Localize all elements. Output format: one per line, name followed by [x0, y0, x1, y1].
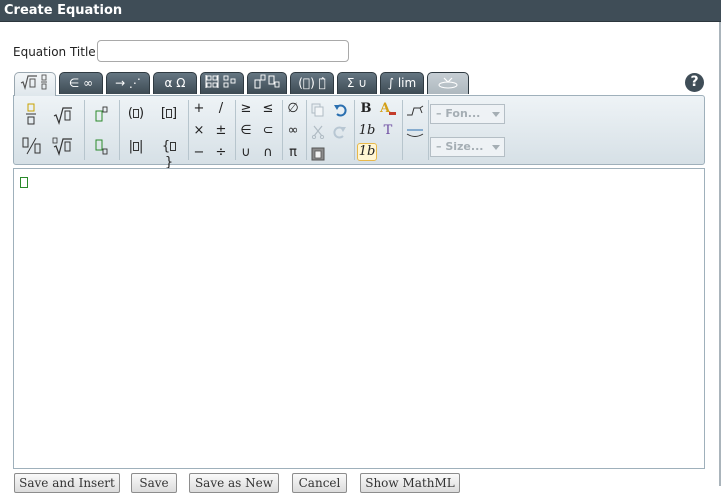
subscript-icon[interactable] — [94, 138, 110, 160]
symbol-toolbar: () [] | | {} + / × ± − ÷ ≥ ≤ ∈ ⊂ ∪ ∩ ∅ ∞ … — [13, 95, 705, 170]
font-dropdown-label: – Fon... — [436, 107, 481, 120]
tab-brackets-accents-label: (⃞) ⃞̂ — [298, 76, 326, 90]
text-color-icon[interactable]: A — [379, 101, 397, 121]
chevron-down-icon — [492, 145, 500, 150]
tab-arrows-dots[interactable]: → ⋰ — [106, 72, 150, 94]
times-symbol[interactable]: × — [193, 123, 205, 139]
minus-symbol[interactable]: − — [193, 145, 205, 161]
tab-fractions-roots[interactable] — [14, 72, 56, 96]
element-of-symbol[interactable]: ∈ — [240, 123, 252, 139]
bold-button[interactable]: B — [359, 101, 373, 117]
square-root-icon[interactable] — [52, 105, 74, 129]
upright-style-button[interactable]: 1b — [357, 143, 377, 161]
absolute-value-icon[interactable]: | | — [127, 139, 145, 155]
tab-calculus-label: ∫ lim — [387, 76, 417, 90]
infinity-symbol[interactable]: ∞ — [287, 123, 299, 139]
save-as-new-button[interactable]: Save as New — [189, 473, 279, 493]
toolbar-separator — [428, 100, 429, 160]
tab-scripts[interactable] — [247, 72, 287, 94]
tab-big-operators[interactable]: Σ ∪ — [337, 72, 377, 94]
empty-set-symbol[interactable]: ∅ — [287, 101, 299, 117]
toolbar-separator — [235, 100, 236, 160]
tab-matrices-icon — [204, 75, 240, 94]
undo-icon[interactable] — [333, 102, 347, 121]
toolbar-separator — [188, 100, 189, 160]
pi-symbol[interactable]: π — [287, 145, 299, 161]
script-style-icon[interactable] — [406, 102, 424, 121]
square-brackets-icon[interactable]: [] — [160, 106, 178, 122]
italic-button[interactable]: 1b — [357, 123, 377, 139]
tab-greek-label: α Ω — [164, 76, 186, 90]
divide-slash-symbol[interactable]: / — [215, 101, 227, 117]
slanted-fraction-icon[interactable] — [21, 136, 43, 160]
redo-icon[interactable] — [333, 124, 347, 143]
save-button[interactable]: Save — [131, 473, 177, 493]
size-dropdown-label: – Size... — [436, 140, 484, 153]
paste-icon[interactable] — [311, 146, 325, 165]
tab-big-operators-label: Σ ∪ — [346, 76, 368, 90]
help-icon[interactable]: ? — [685, 73, 704, 92]
tab-fractions-roots-icon — [18, 74, 52, 94]
tab-matrices[interactable] — [200, 72, 244, 94]
equation-title-input[interactable] — [97, 40, 349, 62]
equation-editor[interactable] — [13, 168, 705, 469]
superscript-icon[interactable] — [94, 105, 110, 127]
tab-sets-infinity[interactable]: ∈ ∞ — [59, 72, 103, 94]
tab-greek[interactable]: α Ω — [153, 72, 197, 94]
chevron-down-icon — [492, 112, 500, 117]
toolbar-separator — [354, 100, 355, 160]
union-symbol[interactable]: ∪ — [240, 145, 252, 161]
toolbar-separator — [119, 100, 120, 160]
toolbar-separator — [402, 100, 403, 160]
intersection-symbol[interactable]: ∩ — [262, 145, 274, 161]
cancel-button[interactable]: Cancel — [292, 473, 347, 493]
toolbar-separator — [282, 100, 283, 160]
curly-braces-icon[interactable]: {} — [160, 139, 178, 171]
nth-root-icon[interactable] — [52, 136, 74, 160]
brace-under-icon[interactable] — [406, 124, 424, 143]
toolbar-separator — [306, 100, 307, 160]
tab-brackets-accents[interactable]: (⃞) ⃞̂ — [290, 72, 334, 94]
copy-icon[interactable] — [311, 102, 325, 121]
less-equal-symbol[interactable]: ≤ — [262, 101, 274, 117]
tab-extra[interactable] — [427, 72, 469, 94]
plus-symbol[interactable]: + — [193, 101, 205, 117]
greater-equal-symbol[interactable]: ≥ — [240, 101, 252, 117]
tab-sets-infinity-label: ∈ ∞ — [68, 76, 94, 90]
plus-minus-symbol[interactable]: ± — [215, 123, 227, 139]
tab-scripts-icon — [251, 74, 283, 94]
font-dropdown[interactable]: – Fon... — [430, 104, 505, 124]
show-mathml-button[interactable]: Show MathML — [360, 473, 460, 493]
subset-symbol[interactable]: ⊂ — [262, 123, 274, 139]
tab-arrows-dots-label: → ⋰ — [115, 76, 141, 90]
dialog-title: Create Equation — [0, 0, 721, 22]
text-tool-button[interactable]: T — [381, 123, 395, 139]
parentheses-icon[interactable]: () — [127, 106, 145, 122]
save-and-insert-button[interactable]: Save and Insert — [14, 473, 120, 493]
fraction-icon[interactable] — [24, 102, 38, 130]
cut-icon[interactable] — [311, 124, 325, 143]
size-dropdown[interactable]: – Size... — [430, 137, 505, 157]
toolbar-separator — [84, 100, 85, 160]
division-symbol[interactable]: ÷ — [215, 145, 227, 161]
placeholder-box[interactable] — [20, 177, 28, 188]
tab-calculus[interactable]: ∫ lim — [380, 72, 424, 94]
tab-extra-icon — [433, 77, 463, 94]
equation-title-label: Equation Title — [13, 45, 96, 59]
